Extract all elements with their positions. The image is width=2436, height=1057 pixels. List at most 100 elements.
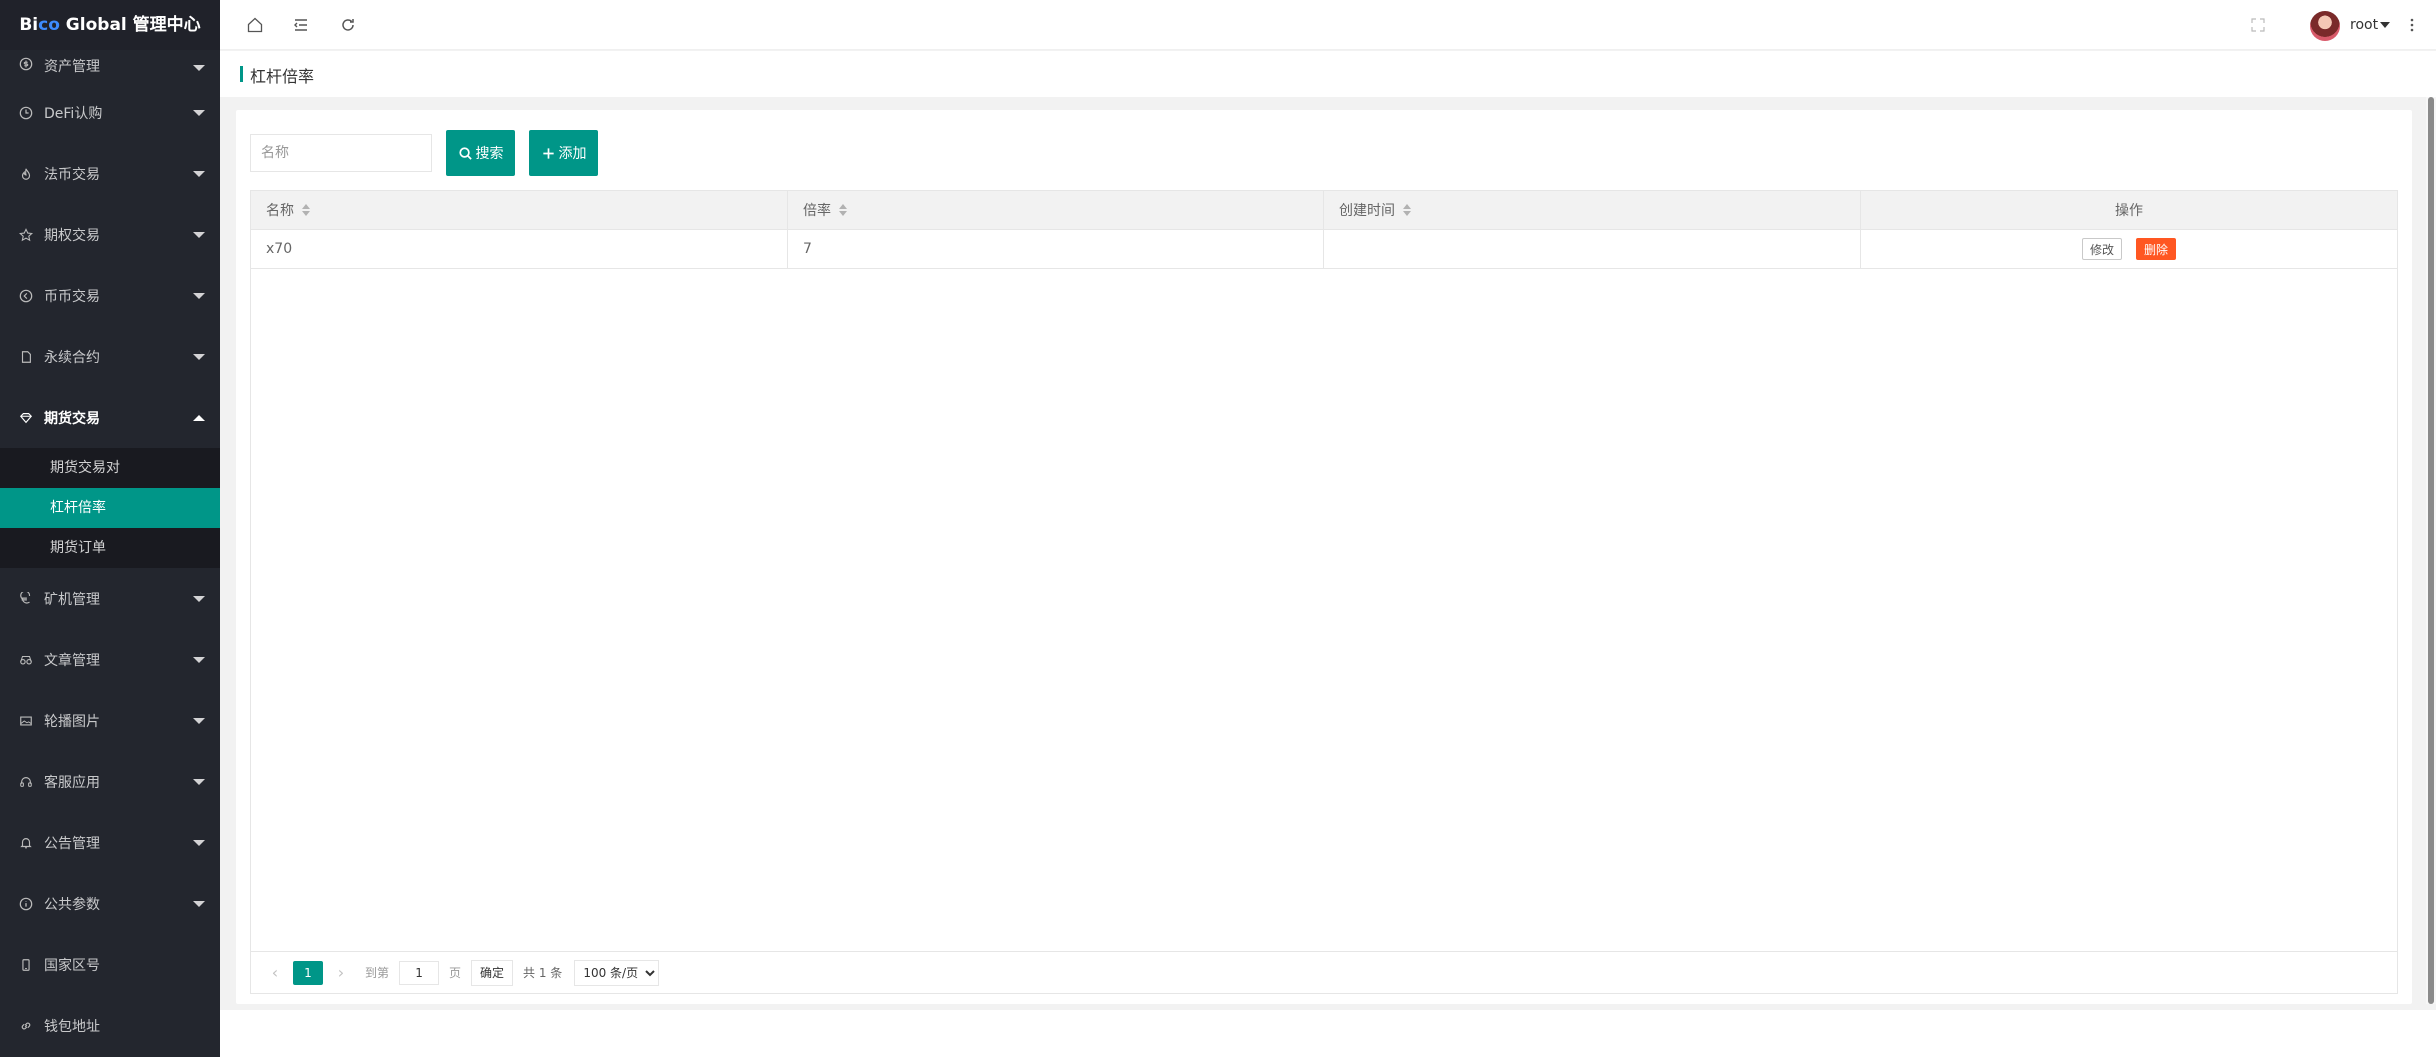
sidebar-subitem-futures-pairs[interactable]: 期货交易对 [0,448,220,488]
chevron-up-icon [193,414,205,421]
cell-actions: 修改 删除 [1861,230,2397,268]
add-button[interactable]: 添加 [529,130,598,176]
app-root: Bico Global 管理中心 资产管理 DeFi认购 法币交易 期权交易 币… [0,0,2436,1057]
add-button-label: 添加 [558,146,587,162]
current-page-button[interactable]: 1 [293,960,323,985]
sidebar-item-options[interactable]: 期权交易 [0,204,220,265]
table-row[interactable]: x70 7 修改 删除 [251,230,2397,269]
page-size-select[interactable]: 100 条/页 [574,959,660,986]
sidebar-item-futures[interactable]: 期货交易 [0,387,220,448]
delete-button[interactable]: 删除 [2136,238,2177,260]
more-vertical-icon[interactable] [2400,13,2424,37]
table-header: 名称 倍率 创建时间 操作 [251,191,2397,230]
search-button[interactable]: 搜索 [446,130,515,176]
sidebar-item-label: 资产管理 [44,59,100,75]
cell-created [1324,230,1861,268]
sidebar-item-label: 永续合约 [44,349,100,366]
column-header-label: 创建时间 [1339,203,1395,219]
logo-prefix: Bi [19,15,39,35]
bell-icon [18,835,34,851]
star-icon [18,227,34,243]
chevron-down-icon [193,109,205,116]
home-icon[interactable] [243,13,267,37]
column-header-label: 名称 [266,203,294,219]
chevron-down-icon [193,595,205,602]
goto-page-input[interactable] [399,960,440,985]
search-icon [458,146,472,160]
sidebar-item-label: 公共参数 [44,896,100,913]
fullscreen-icon[interactable] [2246,13,2270,37]
chevron-down-icon [193,656,205,663]
prev-page-icon[interactable]: ‹ [263,961,287,985]
futures-submenu: 期货交易对 杠杆倍率 期货订单 [0,448,220,568]
sidebar: Bico Global 管理中心 资产管理 DeFi认购 法币交易 期权交易 币… [0,0,220,1057]
sidebar-item-country-codes[interactable]: 国家区号 [0,934,220,995]
sidebar-item-fiat[interactable]: 法币交易 [0,143,220,204]
sidebar-item-announcements[interactable]: 公告管理 [0,812,220,873]
sidebar-menu: 资产管理 DeFi认购 法币交易 期权交易 币币交易 永续合约 期货交易 期货交… [0,50,220,1056]
headset-icon [18,774,34,790]
sidebar-item-articles[interactable]: 文章管理 [0,629,220,690]
sidebar-item-perpetual[interactable]: 永续合约 [0,326,220,387]
sort-icon[interactable] [302,204,310,216]
title-accent-bar [240,66,243,82]
column-header-rate[interactable]: 倍率 [788,191,1324,229]
search-name-input[interactable] [250,134,432,172]
chevron-down-icon [193,231,205,238]
sidebar-item-miners[interactable]: 矿机管理 [0,568,220,629]
read-icon [18,652,34,668]
sidebar-item-label: 客服应用 [44,774,100,791]
sidebar-item-label: DeFi认购 [44,105,103,122]
sidebar-item-assets[interactable]: 资产管理 [0,50,220,82]
app-logo[interactable]: Bico Global 管理中心 [0,0,220,50]
chevron-down-icon [193,353,205,360]
column-header-label: 倍率 [803,203,831,219]
logo-accent: co [38,15,60,35]
sidebar-item-label: 法币交易 [44,166,100,183]
sidebar-item-label: 轮播图片 [44,713,100,730]
picture-icon [18,713,34,729]
fire-icon [18,166,34,182]
sort-icon[interactable] [839,204,847,216]
sidebar-item-label: 钱包地址 [44,1018,100,1035]
sidebar-item-params[interactable]: 公共参数 [0,873,220,934]
plus-icon [542,147,554,159]
sidebar-item-coin-trade[interactable]: 币币交易 [0,265,220,326]
pagination: ‹ 1 › 到第 页 确定 共 1 条 100 条/页 [251,951,2397,993]
sidebar-subitem-leverage[interactable]: 杠杆倍率 [0,488,220,528]
logo-suffix: Global 管理中心 [59,15,201,35]
chevron-down-icon [193,778,205,785]
cell-rate: 7 [788,230,1324,268]
phone-icon [18,957,34,973]
column-header-name[interactable]: 名称 [251,191,788,229]
dollar-circle-icon [18,56,34,72]
euro-icon [18,591,34,607]
sort-icon[interactable] [1403,204,1411,216]
page-unit-label: 页 [449,966,462,980]
sidebar-item-label: 矿机管理 [44,591,100,608]
clock-icon [18,105,34,121]
next-page-icon[interactable]: › [329,961,353,985]
sidebar-item-defi[interactable]: DeFi认购 [0,82,220,143]
refresh-icon[interactable] [336,13,360,37]
goto-confirm-button[interactable]: 确定 [471,959,514,986]
avatar[interactable] [2310,11,2340,41]
footer-area [220,1010,2436,1057]
total-count: 共 1 条 [523,966,563,980]
column-header-created[interactable]: 创建时间 [1324,191,1861,229]
sidebar-item-wallet[interactable]: 钱包地址 [0,995,220,1056]
sidebar-item-label: 文章管理 [44,652,100,669]
scrollbar-thumb[interactable] [2428,97,2434,1004]
user-menu[interactable]: root [2350,17,2391,33]
data-table: 名称 倍率 创建时间 操作 x70 7 修改 删除 ‹ 1 › 到第 1 页 确… [250,190,2398,994]
chevron-down-icon [193,717,205,724]
column-header-actions: 操作 [1861,191,2397,229]
caret-down-icon [2380,22,2391,28]
sidebar-item-label: 国家区号 [44,957,100,974]
sidebar-item-support[interactable]: 客服应用 [0,751,220,812]
sidebar-subitem-futures-orders[interactable]: 期货订单 [0,528,220,568]
vertical-scrollbar[interactable] [2426,97,2436,1004]
edit-button[interactable]: 修改 [2081,238,2122,260]
collapse-menu-icon[interactable] [289,13,313,37]
sidebar-item-carousel[interactable]: 轮播图片 [0,690,220,751]
